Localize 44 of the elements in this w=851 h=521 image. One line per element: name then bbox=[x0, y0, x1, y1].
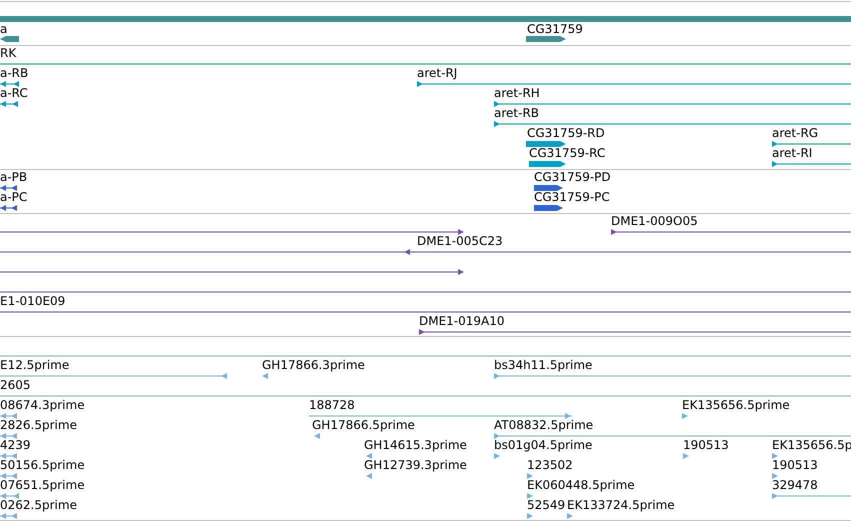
feature-label: a-RB bbox=[0, 66, 28, 80]
feature-label: bs34h11.5prime bbox=[494, 358, 592, 372]
feature-label: EK135656.5prime bbox=[682, 398, 790, 412]
feature-label: aret-RH bbox=[494, 86, 540, 100]
feature-label: 2605 bbox=[0, 378, 31, 392]
feature-label: CG31759-RC bbox=[529, 146, 606, 160]
feature-label: 188728 bbox=[309, 398, 355, 412]
feature-label: DME1-009O05 bbox=[611, 214, 698, 228]
feature-label: 329478 bbox=[772, 478, 818, 492]
feature-label: 50156.5prime bbox=[0, 458, 85, 472]
feature-label: aret-RG bbox=[772, 126, 818, 140]
feature-label: EK133724.5prime bbox=[567, 498, 675, 512]
feature-label: aret-RI bbox=[772, 146, 812, 160]
feature-label: DME1-019A10 bbox=[419, 314, 505, 328]
feature-label: 123502 bbox=[527, 458, 573, 472]
feature-label: GH12739.3prime bbox=[364, 458, 467, 472]
feature-label: aret-RJ bbox=[417, 66, 458, 80]
feature-label: E1-010E09 bbox=[0, 294, 66, 308]
feature-label: CG31759 bbox=[527, 22, 583, 36]
feature-label: GH17866.3prime bbox=[262, 358, 365, 372]
feature-label: AT08832.5prime bbox=[494, 418, 594, 432]
feature-label: a-RC bbox=[0, 86, 28, 100]
feature-label: a bbox=[0, 22, 8, 36]
feature-label: CG31759-RD bbox=[527, 126, 605, 140]
feature-label: aret-RB bbox=[494, 106, 540, 120]
feature-label: CG31759-PC bbox=[534, 190, 610, 204]
feature-label: a-PB bbox=[0, 170, 28, 184]
feature-label: 08674.3prime bbox=[0, 398, 85, 412]
feature-label: 190513 bbox=[683, 438, 729, 452]
feature-label: 0262.5prime bbox=[0, 498, 77, 512]
feature-label: GH14615.3prime bbox=[364, 438, 467, 452]
feature-label: 190513 bbox=[772, 458, 818, 472]
feature-label: E12.5prime bbox=[0, 358, 70, 372]
feature-label: CG31759-PD bbox=[534, 170, 611, 184]
feature-label: 2826.5prime bbox=[0, 418, 77, 432]
feature-label: RK bbox=[0, 46, 16, 60]
feature-label: a-PC bbox=[0, 190, 28, 204]
feature-label: 52549 bbox=[527, 498, 566, 512]
feature-label: 4239 bbox=[0, 438, 31, 452]
feature-label: 07651.5prime bbox=[0, 478, 85, 492]
feature-label: bs01g04.5prime bbox=[494, 438, 592, 452]
feature-label: DME1-005C23 bbox=[417, 234, 503, 248]
feature-label: EK060448.5prime bbox=[527, 478, 635, 492]
feature-label: GH17866.5prime bbox=[312, 418, 415, 432]
